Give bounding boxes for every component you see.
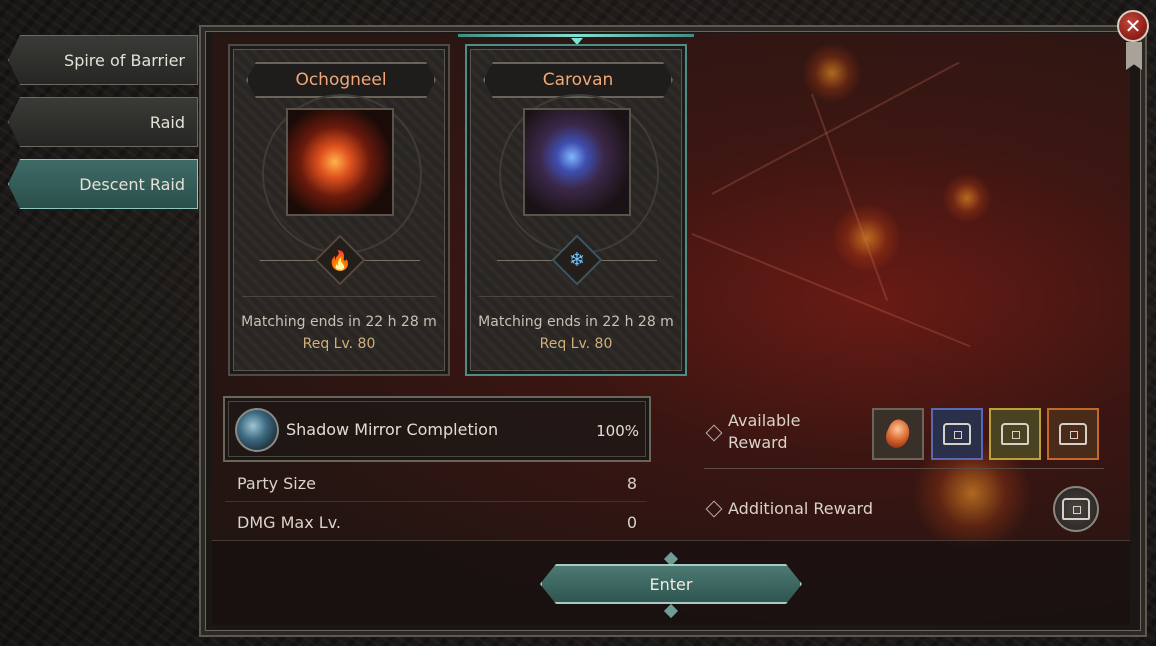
fire-icon: 🔥 bbox=[328, 249, 352, 272]
close-button[interactable]: ✕ bbox=[1117, 10, 1149, 42]
close-icon: ✕ bbox=[1124, 14, 1142, 38]
ember-glow bbox=[942, 173, 992, 223]
stat-party-size: Party Size 8 bbox=[225, 464, 647, 502]
reward-slot[interactable] bbox=[872, 408, 924, 460]
stat-value: 0 bbox=[626, 513, 637, 532]
divider bbox=[497, 260, 557, 261]
reward-slot[interactable] bbox=[989, 408, 1041, 460]
rune-line bbox=[691, 233, 971, 348]
ore-icon bbox=[882, 416, 914, 452]
boss-portrait-carovan bbox=[523, 108, 631, 216]
additional-reward-label: Additional Reward bbox=[728, 499, 873, 518]
stat-value: 8 bbox=[626, 474, 637, 493]
boss-card-carovan[interactable]: Carovan ❄ Matching ends in 22 h 28 m Req… bbox=[465, 44, 687, 376]
matching-timer: Matching ends in 22 h 28 m bbox=[241, 314, 437, 330]
ember-glow bbox=[832, 203, 902, 273]
reward-slot[interactable] bbox=[931, 408, 983, 460]
shadow-mirror-icon bbox=[235, 408, 279, 452]
reward-slot[interactable] bbox=[1047, 408, 1099, 460]
boss-name: Ochogneel bbox=[246, 62, 436, 98]
divider bbox=[597, 260, 657, 261]
tab-raid[interactable]: Raid bbox=[8, 97, 198, 147]
chest-icon bbox=[1001, 423, 1029, 445]
mirror-value: 100% bbox=[596, 422, 639, 440]
stat-label: Party Size bbox=[237, 474, 316, 493]
chest-icon bbox=[943, 423, 971, 445]
tab-label: Raid bbox=[149, 112, 185, 132]
divider bbox=[242, 296, 436, 297]
selection-bar bbox=[458, 34, 694, 37]
divider bbox=[704, 468, 1104, 469]
available-reward-label-line2: Reward bbox=[728, 433, 788, 452]
required-level: Req Lv. 80 bbox=[539, 336, 613, 352]
tab-label: Descent Raid bbox=[79, 174, 185, 194]
stat-dmg-max-lv: DMG Max Lv. 0 bbox=[225, 503, 647, 541]
shadow-mirror-completion: Shadow Mirror Completion 100% bbox=[223, 396, 651, 462]
additional-reward-slot[interactable] bbox=[1053, 486, 1099, 532]
stat-label: DMG Max Lv. bbox=[237, 513, 341, 532]
boss-card-ochogneel[interactable]: Ochogneel 🔥 Matching ends in 22 h 28 m R… bbox=[228, 44, 450, 376]
required-level: Req Lv. 80 bbox=[302, 336, 376, 352]
divider bbox=[260, 260, 320, 261]
tab-label: Spire of Barrier bbox=[64, 50, 185, 70]
boss-portrait-ochogneel bbox=[286, 108, 394, 216]
tab-descent-raid[interactable]: Descent Raid bbox=[8, 159, 198, 209]
mirror-label: Shadow Mirror Completion bbox=[286, 420, 499, 439]
enter-button[interactable]: Enter bbox=[540, 564, 802, 604]
divider bbox=[360, 260, 420, 261]
rune-line bbox=[811, 93, 889, 302]
divider bbox=[479, 296, 673, 297]
available-reward-label-line1: Available bbox=[728, 411, 801, 430]
snowflake-icon: ❄ bbox=[569, 249, 585, 271]
tab-spire-of-barrier[interactable]: Spire of Barrier bbox=[8, 35, 198, 85]
available-reward-label: Available Reward bbox=[728, 410, 800, 454]
chest-icon bbox=[1059, 423, 1087, 445]
chest-icon bbox=[1062, 498, 1090, 520]
enter-label: Enter bbox=[649, 574, 693, 594]
boss-name: Carovan bbox=[483, 62, 673, 98]
matching-timer: Matching ends in 22 h 28 m bbox=[478, 314, 674, 330]
